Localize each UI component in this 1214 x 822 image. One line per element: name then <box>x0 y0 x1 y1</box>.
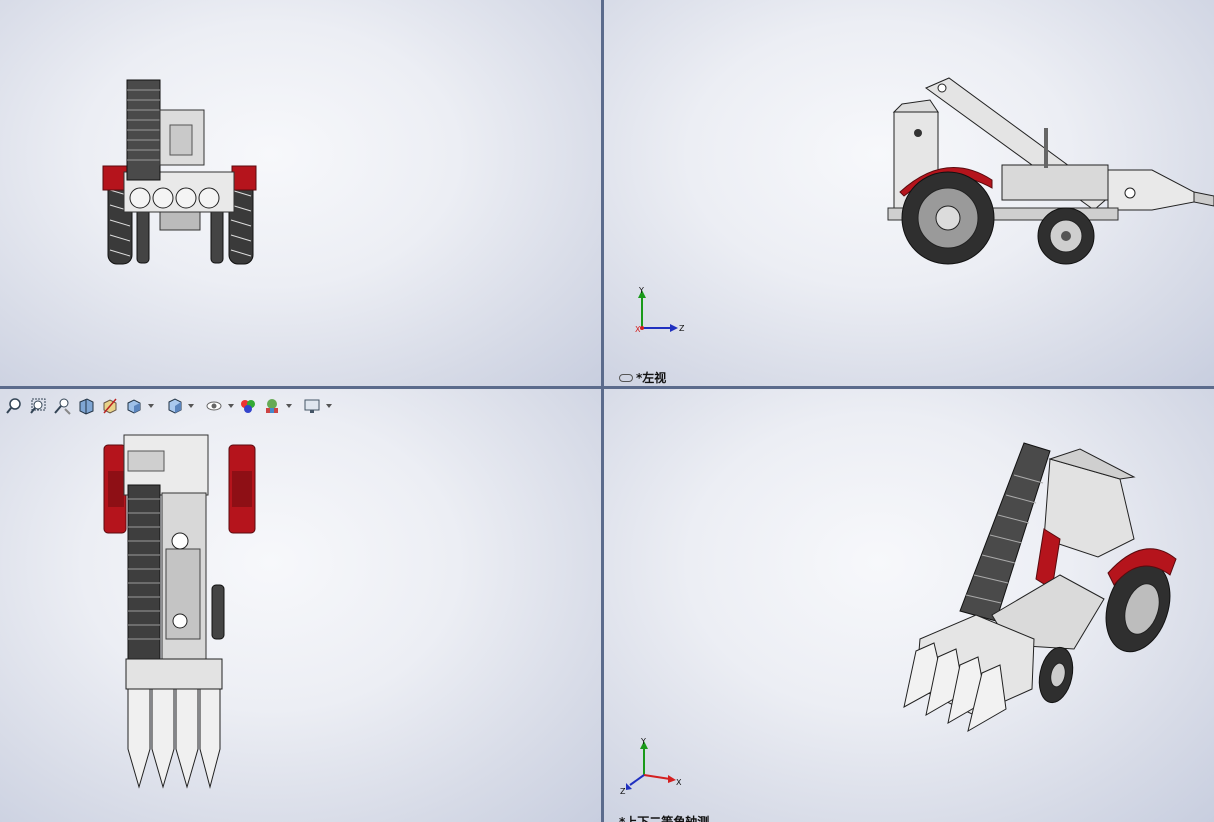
coordinate-triad-iso: Y X Z <box>620 737 682 795</box>
model-left-view <box>887 77 1214 265</box>
triad-x-label: X <box>635 325 641 334</box>
model-top-view <box>103 434 256 789</box>
triad-z-label: Z <box>679 324 685 333</box>
triad-y-label: Y <box>638 286 644 295</box>
model-front-view <box>102 79 257 265</box>
view-label-left: *左视 <box>619 369 666 386</box>
triad-iso-z-label: Z <box>620 787 626 795</box>
view-label-iso-text: *上下二等角轴测 <box>619 815 710 822</box>
triad-iso-x-axis <box>643 774 671 780</box>
viewport-left[interactable]: Y X Z *左视 <box>604 0 1214 386</box>
coordinate-triad-left: Y X Z <box>635 286 685 334</box>
view-label-left-text: *左视 <box>636 371 667 385</box>
view-label-iso: *上下二等角轴测 <box>619 813 709 822</box>
viewport-front[interactable] <box>0 0 601 386</box>
triad-iso-x-label: X <box>676 778 682 787</box>
viewport-top[interactable] <box>0 389 601 822</box>
link-view-icon[interactable] <box>619 373 633 382</box>
viewport-isometric[interactable]: Y X Z *上下二等角轴测 <box>604 389 1214 822</box>
triad-iso-y-label: Y <box>640 737 646 746</box>
model-isometric-view <box>903 442 1177 733</box>
triad-iso-z-axis <box>629 774 645 786</box>
